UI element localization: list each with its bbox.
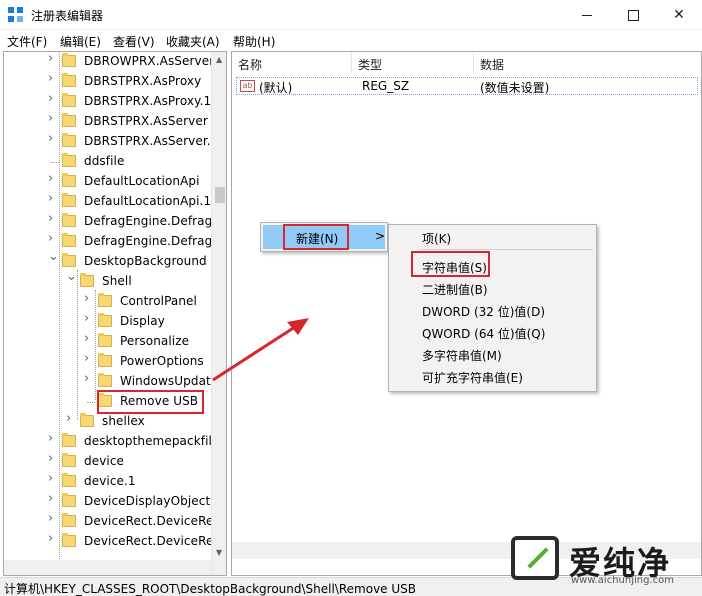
watermark-icon	[511, 536, 559, 580]
watermark-url: www.aichunjing.com	[571, 575, 674, 586]
watermark-logo: 爱纯净 www.aichunjing.com	[503, 530, 702, 590]
annotation-arrow	[212, 318, 309, 382]
